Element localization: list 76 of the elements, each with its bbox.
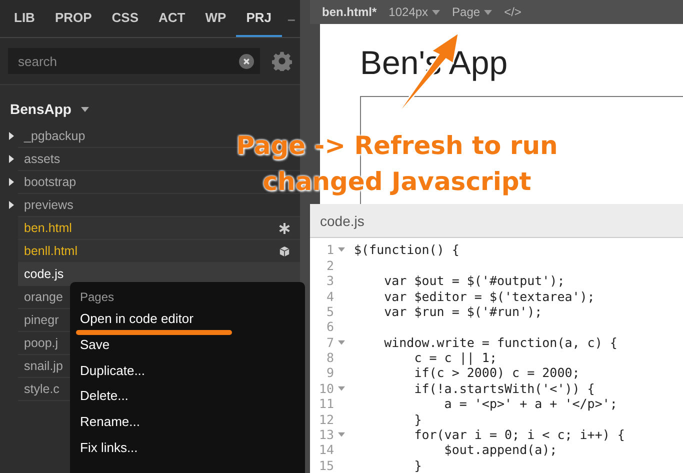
code-line: $(function() { bbox=[354, 242, 460, 258]
file-name[interactable]: assets bbox=[24, 152, 60, 166]
file-name[interactable]: style.c bbox=[24, 382, 60, 396]
menu-item[interactable]: Duplicate... bbox=[80, 362, 146, 378]
file-name[interactable]: _pgbackup bbox=[24, 129, 86, 143]
line-number: 9 bbox=[325, 365, 334, 380]
file-name[interactable]: previews bbox=[24, 198, 74, 212]
line-number: 8 bbox=[325, 350, 334, 366]
code-line: a = '<p>' + a + '</p>'; bbox=[443, 396, 618, 412]
menu-header: Pages bbox=[80, 289, 116, 306]
file-name: code.js bbox=[24, 267, 64, 281]
file-name: benll.html bbox=[24, 244, 78, 258]
line-number: 3 bbox=[325, 273, 334, 288]
panel-tab[interactable]: LIB bbox=[4, 0, 45, 37]
line-number: 15 bbox=[318, 458, 334, 473]
code-line: var $run = $('#run'); bbox=[383, 304, 542, 319]
fold-arrow-icon[interactable] bbox=[338, 432, 344, 438]
line-number: 14 bbox=[318, 442, 334, 458]
width-dropdown[interactable]: 1024px bbox=[388, 5, 440, 20]
menu-item[interactable]: Save bbox=[80, 336, 110, 352]
file-name[interactable]: bootstrap bbox=[24, 175, 76, 189]
expand-arrow-icon[interactable] bbox=[9, 132, 14, 140]
menu-item[interactable]: Delete... bbox=[80, 388, 128, 404]
code-line: var $editor = $('textarea'); bbox=[383, 288, 595, 304]
panel-tab[interactable]: CSS bbox=[102, 0, 149, 37]
panel-tab[interactable]: ACT bbox=[148, 0, 196, 37]
line-number: 11 bbox=[318, 396, 334, 412]
fold-arrow-icon[interactable] bbox=[338, 247, 344, 252]
clear-icon[interactable] bbox=[239, 54, 254, 68]
line-number: 10 bbox=[318, 380, 334, 396]
settings-icon[interactable] bbox=[272, 51, 292, 71]
panel-tab[interactable]: PROP bbox=[44, 0, 102, 37]
code-view-toggle[interactable]: </> bbox=[504, 5, 522, 20]
file-name: ben.html bbox=[24, 221, 72, 235]
code-line: if(c > 2000) c = 2000; bbox=[413, 365, 580, 380]
expand-arrow-icon[interactable] bbox=[9, 178, 14, 186]
cube-icon bbox=[279, 246, 290, 256]
search-field[interactable]: search bbox=[8, 48, 260, 74]
line-number: 5 bbox=[325, 304, 334, 319]
open-file-name: ben.html* bbox=[322, 5, 377, 20]
line-number: 12 bbox=[318, 412, 334, 427]
file-row[interactable]: ben.html bbox=[18, 217, 300, 240]
code-line: c = c || 1; bbox=[413, 350, 497, 366]
line-number: 13 bbox=[318, 427, 334, 442]
code-line: } bbox=[413, 412, 422, 427]
file-name[interactable]: pinegr bbox=[24, 313, 59, 327]
panel-tab[interactable]: WP bbox=[195, 0, 236, 37]
caret-icon[interactable] bbox=[81, 106, 90, 112]
code-line: var $out = $('#output'); bbox=[383, 273, 565, 288]
file-name[interactable]: snail.jp bbox=[24, 359, 63, 373]
line-number: 4 bbox=[325, 288, 334, 304]
code-line: if(!a.startsWith('<')) { bbox=[413, 380, 595, 396]
line-number: 2 bbox=[325, 258, 334, 273]
expand-arrow-icon[interactable] bbox=[9, 155, 14, 163]
file-name[interactable]: orange bbox=[24, 290, 63, 304]
fold-arrow-icon[interactable] bbox=[338, 386, 344, 391]
editor-title: code.js bbox=[320, 212, 364, 229]
file-name[interactable]: poop.j bbox=[24, 336, 58, 350]
file-row[interactable]: benll.html bbox=[18, 240, 300, 263]
page-menu[interactable]: Page bbox=[452, 5, 492, 20]
line-number: 1 bbox=[325, 242, 334, 258]
caret-icon bbox=[484, 10, 492, 15]
project-name[interactable]: BensApp bbox=[10, 101, 72, 117]
code-line: for(var i = 0; i < c; i++) { bbox=[413, 427, 625, 442]
code-line: } bbox=[413, 458, 422, 473]
code-line: $out.append(a); bbox=[443, 442, 558, 458]
line-number: 6 bbox=[325, 319, 334, 334]
expand-arrow-icon[interactable] bbox=[9, 201, 14, 209]
code-line: window.write = function(a, c) { bbox=[383, 334, 618, 350]
asterisk-icon bbox=[279, 222, 290, 234]
menu-item[interactable]: Fix links... bbox=[80, 440, 138, 455]
menu-item[interactable]: Rename... bbox=[80, 414, 140, 430]
line-number: 7 bbox=[325, 334, 334, 350]
fold-arrow-icon[interactable] bbox=[338, 340, 344, 345]
caret-icon bbox=[432, 10, 440, 15]
menu-item[interactable]: Open in code editor bbox=[80, 311, 194, 326]
